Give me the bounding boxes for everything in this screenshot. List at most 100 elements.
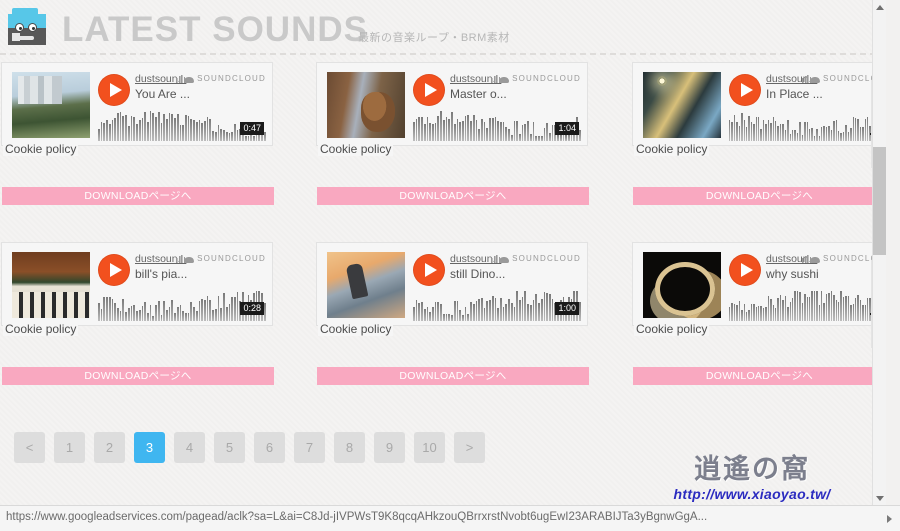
waveform-bar (854, 298, 857, 321)
pagination-page-8[interactable]: 8 (334, 432, 365, 463)
waveform-bar (799, 121, 801, 141)
waveform-bar (217, 125, 220, 141)
waveform-bar (106, 119, 108, 141)
play-icon[interactable] (729, 254, 761, 286)
waveform-bar (502, 306, 505, 321)
waveform-bar (500, 298, 502, 321)
sound-card: dustsoun... why sushi SOUNDCLO Cookie po… (632, 242, 886, 385)
download-button[interactable]: DOWNLOADページへ (2, 187, 274, 205)
waveform-bar (103, 297, 106, 321)
waveform-bar (828, 125, 830, 141)
pagination-page-5[interactable]: 5 (214, 432, 245, 463)
cookie-policy-link[interactable]: Cookie policy (318, 142, 394, 156)
cookie-policy-link[interactable]: Cookie policy (634, 142, 710, 156)
waveform-bar (762, 307, 765, 321)
scroll-up-icon[interactable] (873, 0, 886, 14)
download-button[interactable]: DOWNLOADページへ (633, 367, 886, 385)
download-button[interactable]: DOWNLOADページへ (2, 367, 274, 385)
cookie-policy-link[interactable]: Cookie policy (634, 322, 710, 336)
waveform-bar (565, 134, 567, 141)
soundcloud-widget[interactable]: dustsoun... You Are ... SOUNDCLOUD 0:47 (1, 62, 273, 146)
play-icon[interactable] (729, 74, 761, 106)
waveform-bar (225, 306, 228, 321)
soundcloud-widget[interactable]: dustsoun... In Place ... SOUNDCLO (632, 62, 885, 146)
waveform-bar (760, 305, 762, 321)
waveform-bar (743, 120, 745, 141)
waveform[interactable]: 1:00 (413, 291, 581, 321)
pagination-page-3[interactable]: 3 (134, 432, 165, 463)
soundcloud-brand: SOUNDCLOUD (176, 74, 266, 83)
waveform-bar (415, 300, 418, 321)
soundcloud-widget[interactable]: dustsoun... still Dino... SOUNDCLOUD 1:0… (316, 242, 588, 326)
waveform-bar (201, 298, 204, 321)
soundcloud-brand: SOUNDCLO (802, 254, 878, 263)
pagination-next[interactable]: > (454, 432, 485, 463)
waveform-bar (777, 126, 779, 141)
download-button[interactable]: DOWNLOADページへ (317, 187, 589, 205)
track-duration: 1:04 (555, 122, 579, 135)
waveform-bar (835, 120, 837, 141)
pagination-page-6[interactable]: 6 (254, 432, 285, 463)
download-button[interactable]: DOWNLOADページへ (633, 187, 886, 205)
pagination-page-9[interactable]: 9 (374, 432, 405, 463)
waveform-bar (456, 119, 459, 141)
waveform[interactable]: 0:28 (98, 291, 266, 321)
pagination-prev[interactable]: < (14, 432, 45, 463)
waveform[interactable]: 1:04 (413, 111, 581, 141)
play-icon[interactable] (98, 254, 130, 286)
waveform-bar (133, 117, 136, 141)
cookie-policy-link[interactable]: Cookie policy (318, 322, 394, 336)
pagination-page-1[interactable]: 1 (54, 432, 85, 463)
waveform[interactable] (729, 291, 878, 321)
window-scrollbar[interactable] (872, 0, 886, 505)
waveform-bar (185, 115, 187, 141)
pagination-page-10[interactable]: 10 (414, 432, 445, 463)
soundcloud-widget[interactable]: dustsoun... why sushi SOUNDCLO (632, 242, 885, 326)
track-title: Master o... (450, 87, 507, 101)
sound-card: dustsoun... Master o... SOUNDCLOUD 1:04 … (316, 62, 589, 205)
waveform-bar (478, 299, 480, 321)
pagination-page-7[interactable]: 7 (294, 432, 325, 463)
download-button[interactable]: DOWNLOADページへ (317, 367, 589, 385)
waveform[interactable] (729, 111, 878, 141)
pagination-page-2[interactable]: 2 (94, 432, 125, 463)
waveform-bar (182, 124, 184, 141)
waveform-bar (434, 122, 437, 141)
waveform-bar (791, 298, 794, 321)
scroll-down-icon[interactable] (873, 491, 886, 505)
play-icon[interactable] (413, 254, 445, 286)
waveform-bar (538, 135, 540, 141)
waveform-bar (546, 292, 548, 321)
waveform-bar (852, 117, 854, 141)
waveform-bar (842, 132, 845, 141)
waveform-bar (152, 315, 155, 321)
waveform-bar (182, 311, 184, 321)
pagination-page-4[interactable]: 4 (174, 432, 205, 463)
waveform-bar (486, 128, 489, 141)
waveform-bar (214, 132, 217, 141)
waveform-bar (141, 118, 144, 141)
waveform-bar (857, 119, 859, 141)
play-icon[interactable] (98, 74, 130, 106)
waveform-bar (445, 314, 448, 321)
soundcloud-widget[interactable]: dustsoun... Master o... SOUNDCLOUD 1:04 (316, 62, 588, 146)
cookie-policy-link[interactable]: Cookie policy (3, 142, 79, 156)
waveform[interactable]: 0:47 (98, 111, 266, 141)
waveform-bar (821, 126, 823, 141)
waveform-bar (195, 122, 198, 141)
soundcloud-widget[interactable]: dustsoun... bill's pia... SOUNDCLOUD 0:2… (1, 242, 273, 326)
waveform-bar (209, 119, 212, 141)
play-icon[interactable] (413, 74, 445, 106)
waveform-bar (529, 305, 532, 321)
waveform-bar (840, 291, 842, 321)
scrollbar-thumb[interactable] (873, 147, 886, 255)
waveform-bar (486, 300, 489, 321)
soundcloud-brand: SOUNDCLOUD (491, 74, 581, 83)
waveform-bar (418, 117, 421, 141)
waveform-bar (505, 304, 508, 321)
cookie-policy-link[interactable]: Cookie policy (3, 322, 79, 336)
waveform-bar (263, 303, 266, 321)
waveform-bar (799, 292, 801, 321)
waveform-bar (225, 132, 228, 141)
waveform-bar (823, 125, 825, 141)
